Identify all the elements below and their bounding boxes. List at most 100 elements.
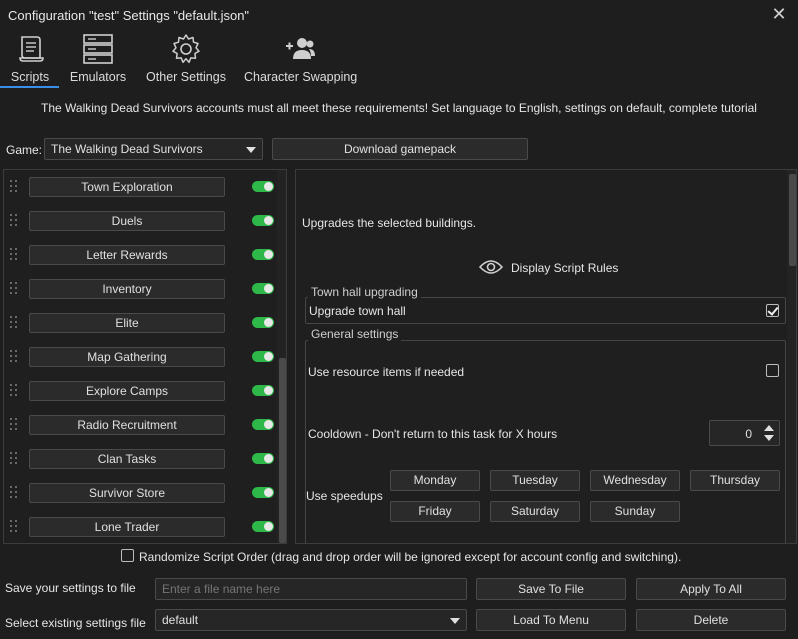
save-to-file-button[interactable]: Save To File [476,578,626,600]
script-button[interactable]: Explore Camps [29,381,225,401]
detail-scrollbar[interactable] [787,170,796,543]
randomize-label: Randomize Script Order (drag and drop or… [139,550,682,564]
script-row[interactable]: Radio Recruitment [4,414,286,436]
day-button-monday[interactable]: Monday [390,470,480,491]
script-row[interactable]: Explore Camps [4,380,286,402]
script-toggle[interactable] [252,283,274,294]
script-toggle[interactable] [252,385,274,396]
tab-emulators[interactable]: Emulators [66,30,130,88]
drag-handle-icon[interactable] [10,316,20,330]
filename-input[interactable] [155,578,467,600]
speedups-label: Use speedups [306,489,383,503]
script-row[interactable]: Map Gathering [4,346,286,368]
tab-label: Scripts [10,70,50,84]
day-button-thursday[interactable]: Thursday [690,470,780,491]
scrollbar-thumb[interactable] [789,174,796,266]
close-icon[interactable]: ✕ [770,5,788,23]
drag-handle-icon[interactable] [10,214,20,228]
day-button-sunday[interactable]: Sunday [590,501,680,522]
load-to-menu-button[interactable]: Load To Menu [476,609,626,631]
tab-other-settings[interactable]: Other Settings [142,30,230,88]
script-description: Upgrades the selected buildings. [302,216,477,230]
day-button-friday[interactable]: Friday [390,501,480,522]
select-settings-label: Select existing settings file [5,616,146,630]
upgrade-townhall-checkbox[interactable] [766,304,779,317]
apply-to-all-button[interactable]: Apply To All [636,578,786,600]
script-button[interactable]: Lone Trader [29,517,225,537]
script-list: Town Exploration Duels Letter Rewards Inven… [3,169,287,544]
script-row[interactable]: Survivor Store [4,482,286,504]
script-button[interactable]: Inventory [29,279,225,299]
title-bar: Configuration "test" Settings "default.j… [0,0,798,30]
tab-label: Character Swapping [244,70,358,84]
drag-handle-icon[interactable] [10,180,20,194]
script-row[interactable]: Clan Tasks [4,448,286,470]
resource-items-checkbox[interactable] [766,364,779,377]
townhall-group-title: Town hall upgrading [308,285,421,299]
drag-handle-icon[interactable] [10,452,20,466]
window-title: Configuration "test" Settings "default.j… [8,8,250,23]
save-settings-label: Save your settings to file [5,581,136,595]
tab-scripts[interactable]: Scripts [4,30,56,88]
eye-icon [479,260,503,274]
download-gamepack-button[interactable]: Download gamepack [272,138,528,160]
script-button[interactable]: Town Exploration [29,177,225,197]
settings-file-select[interactable]: default [155,609,467,631]
script-toggle[interactable] [252,487,274,498]
cooldown-value: 0 [745,427,752,441]
script-row[interactable]: Inventory [4,278,286,300]
drag-handle-icon[interactable] [10,248,20,262]
drag-handle-icon[interactable] [10,384,20,398]
script-toggle[interactable] [252,317,274,328]
upgrade-townhall-label: Upgrade town hall [309,304,406,318]
tab-character-swapping[interactable]: Character Swapping [244,30,358,88]
day-button-wednesday[interactable]: Wednesday [590,470,680,491]
script-row[interactable]: Lone Trader [4,516,286,538]
script-toggle[interactable] [252,521,274,532]
script-toggle[interactable] [252,215,274,226]
script-toggle[interactable] [252,351,274,362]
chevron-down-icon[interactable] [764,435,774,441]
script-button[interactable]: Clan Tasks [29,449,225,469]
delete-button[interactable]: Delete [636,609,786,631]
script-button[interactable]: Letter Rewards [29,245,225,265]
drag-handle-icon[interactable] [10,520,20,534]
settings-file-value: default [162,613,199,627]
script-button[interactable]: Duels [29,211,225,231]
game-select[interactable]: The Walking Dead Survivors [44,138,263,160]
script-toggle[interactable] [252,181,274,192]
script-button[interactable]: Map Gathering [29,347,225,367]
tab-label: Emulators [69,70,127,84]
script-list-scrollbar[interactable] [277,170,286,543]
server-icon [83,34,113,64]
scrollbar-thumb[interactable] [279,358,286,543]
script-toggle[interactable] [252,249,274,260]
day-button-saturday[interactable]: Saturday [490,501,580,522]
active-tab-indicator [0,86,59,88]
general-settings-title: General settings [308,327,402,341]
chevron-up-icon[interactable] [764,425,774,431]
script-detail-panel: Upgrades the selected buildings. Display… [295,169,797,544]
drag-handle-icon[interactable] [10,282,20,296]
game-select-value: The Walking Dead Survivors [51,142,203,156]
drag-handle-icon[interactable] [10,486,20,500]
day-button-tuesday[interactable]: Tuesday [490,470,580,491]
script-button[interactable]: Radio Recruitment [29,415,225,435]
script-row[interactable]: Letter Rewards [4,244,286,266]
drag-handle-icon[interactable] [10,418,20,432]
script-button[interactable]: Survivor Store [29,483,225,503]
script-toggle[interactable] [252,453,274,464]
chevron-down-icon [246,147,256,153]
script-row[interactable]: Duels [4,210,286,232]
requirements-notice: The Walking Dead Survivors accounts must… [41,101,757,115]
user-swap-icon [286,38,315,59]
gear-icon [172,34,200,64]
script-row[interactable]: Elite [4,312,286,334]
script-button[interactable]: Elite [29,313,225,333]
chevron-down-icon [450,618,460,624]
drag-handle-icon[interactable] [10,350,20,364]
script-row[interactable]: Town Exploration [4,176,286,198]
cooldown-spinbox[interactable]: 0 [709,420,780,446]
randomize-checkbox[interactable] [121,549,134,562]
script-toggle[interactable] [252,419,274,430]
